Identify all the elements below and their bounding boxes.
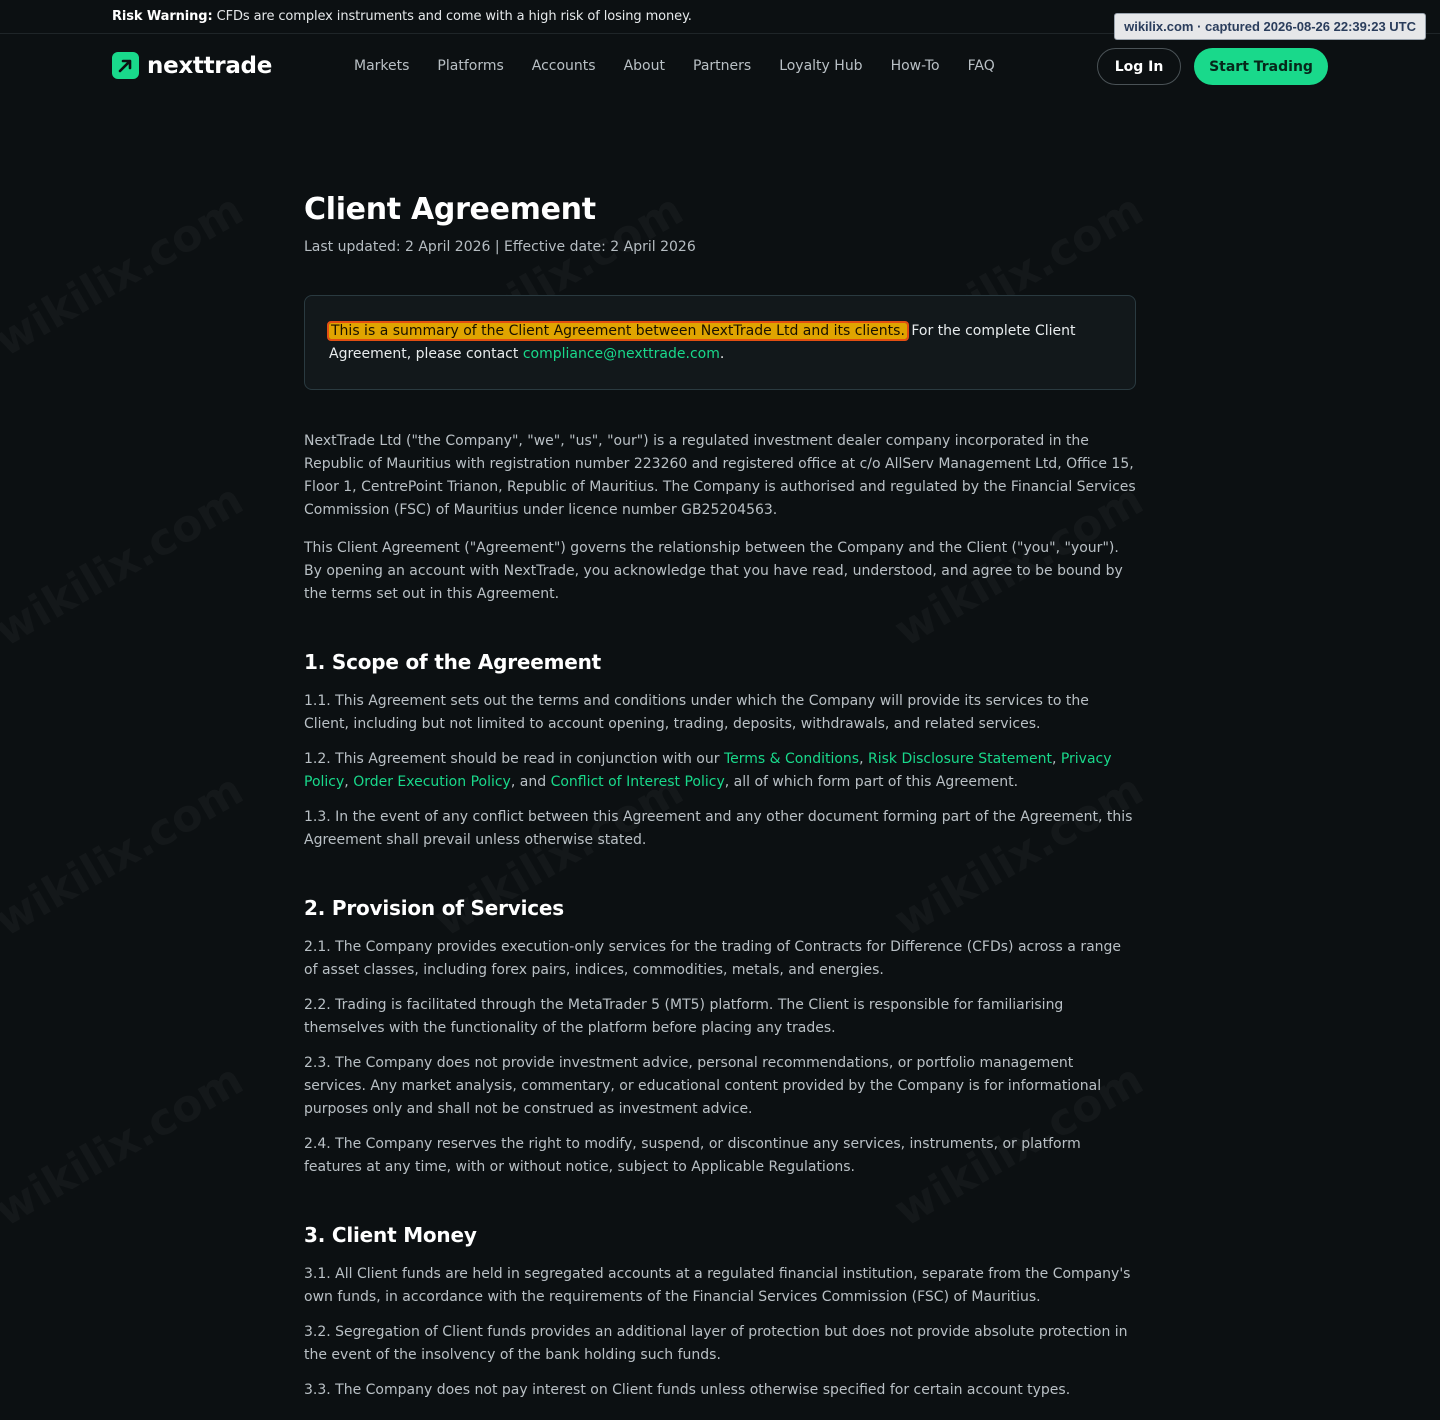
start-trading-button[interactable]: Start Trading xyxy=(1194,48,1328,85)
summary-notice: This is a summary of the Client Agreemen… xyxy=(304,295,1136,390)
last-updated: Last updated: 2 April 2026 | Effective d… xyxy=(304,239,696,255)
risk-warning-label: Risk Warning: xyxy=(112,9,213,24)
clause-text: , and xyxy=(510,774,551,790)
conflict-of-interest-link[interactable]: Conflict of Interest Policy xyxy=(551,774,725,790)
clause: 2.4. The Company reserves the right to m… xyxy=(304,1136,1081,1175)
watermark: wikilix.com xyxy=(0,764,252,947)
clause: 1.3. In the event of any conflict betwee… xyxy=(304,809,1133,848)
logo-text: nexttrade xyxy=(147,52,273,79)
clause: 1.2. This Agreement should be read in co… xyxy=(304,748,1136,794)
clause-text: 1.2. This Agreement should be read in co… xyxy=(304,751,724,767)
intro-paragraph: NextTrade Ltd ("the Company", "we", "us"… xyxy=(304,433,1136,518)
risk-warning-text: CFDs are complex instruments and come wi… xyxy=(216,9,692,24)
nav-item-platforms[interactable]: Platforms xyxy=(437,58,503,74)
main-nav: Markets Platforms Accounts About Partner… xyxy=(354,58,995,74)
nav-item-accounts[interactable]: Accounts xyxy=(532,58,596,74)
summary-end: . xyxy=(719,346,725,362)
watermark: wikilix.com xyxy=(0,184,252,367)
clause: 1.1. This Agreement sets out the terms a… xyxy=(304,693,1089,732)
nav-item-how-to[interactable]: How-To xyxy=(891,58,940,74)
intro-paragraph: This Client Agreement ("Agreement") gove… xyxy=(304,540,1123,602)
terms-link[interactable]: Terms & Conditions xyxy=(724,751,859,767)
watermark: wikilix.com xyxy=(0,1054,252,1237)
risk-disclosure-link[interactable]: Risk Disclosure Statement xyxy=(868,751,1052,767)
clause-text: , xyxy=(344,774,354,790)
clause: 2.3. The Company does not provide invest… xyxy=(304,1055,1102,1117)
clause: 2.1. The Company provides execution-only… xyxy=(304,939,1122,978)
clause: 2.2. Trading is facilitated through the … xyxy=(304,997,1064,1036)
clause-text: , xyxy=(859,751,868,767)
nav-item-partners[interactable]: Partners xyxy=(693,58,751,74)
section-title: 2. Provision of Services xyxy=(304,896,564,920)
order-execution-link[interactable]: Order Execution Policy xyxy=(353,774,511,790)
arrow-up-right-icon xyxy=(112,52,139,79)
compliance-email-link[interactable]: compliance@nexttrade.com xyxy=(523,346,720,362)
clause: 3.1. All Client funds are held in segreg… xyxy=(304,1266,1131,1305)
clause-text: , all of which form part of this Agreeme… xyxy=(724,774,1019,790)
agreement-content: Client Agreement Last updated: 2 April 2… xyxy=(304,192,1136,1402)
nav-item-faq[interactable]: FAQ xyxy=(968,58,995,74)
site-header: nexttrade Markets Platforms Accounts Abo… xyxy=(0,34,1440,100)
clause-text: , xyxy=(1051,751,1061,767)
section-title: 3. Client Money xyxy=(304,1223,477,1247)
logo[interactable]: nexttrade xyxy=(112,52,272,79)
section-title: 1. Scope of the Agreement xyxy=(304,650,602,674)
watermark: wikilix.com xyxy=(0,474,252,657)
page-title: Client Agreement xyxy=(304,192,596,227)
nav-item-about[interactable]: About xyxy=(624,58,665,74)
nav-item-loyalty-hub[interactable]: Loyalty Hub xyxy=(779,58,862,74)
nav-item-markets[interactable]: Markets xyxy=(354,58,409,74)
summary-highlight: This is a summary of the Client Agreemen… xyxy=(327,321,909,341)
clause: 3.3. The Company does not pay interest o… xyxy=(304,1382,1071,1398)
clause: 3.2. Segregation of Client funds provide… xyxy=(304,1324,1128,1363)
login-button[interactable]: Log In xyxy=(1097,48,1181,85)
